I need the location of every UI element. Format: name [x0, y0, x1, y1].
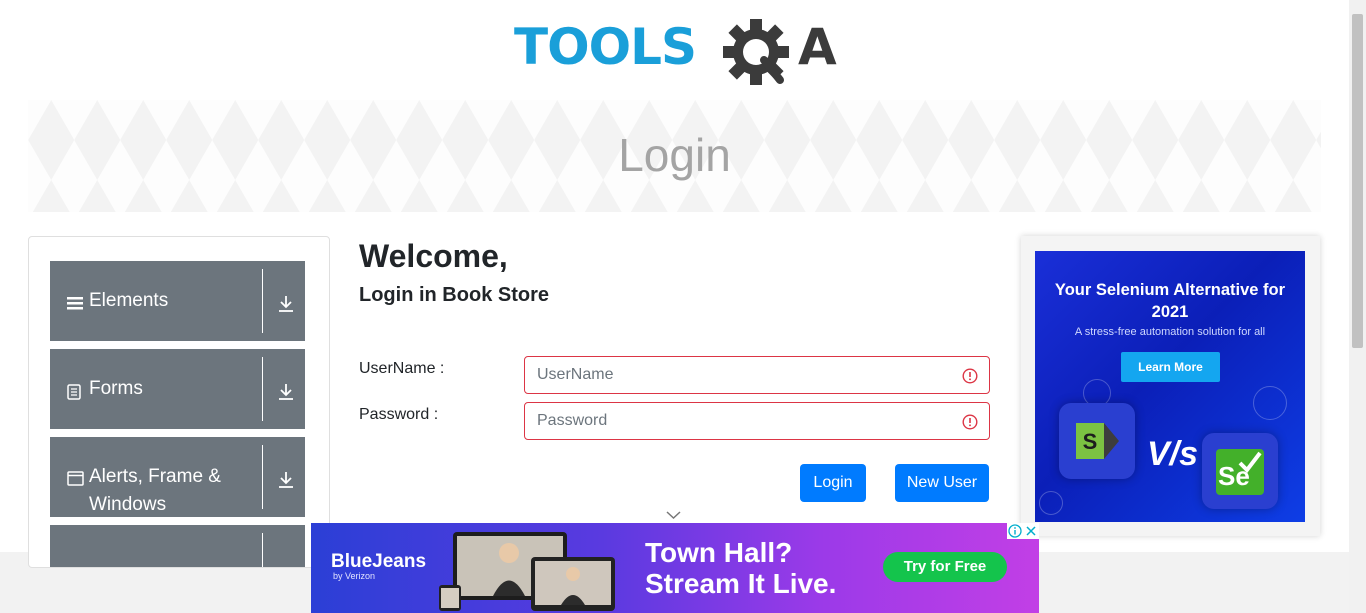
page-scrollbar[interactable] [1349, 0, 1366, 613]
versus-text: V/s [1147, 435, 1199, 473]
ad-headline: Your Selenium Alternative for 2021 [1054, 281, 1286, 321]
divider [262, 445, 263, 509]
password-field[interactable] [524, 402, 990, 440]
login-button[interactable]: Login [800, 464, 866, 502]
selenium-logo-text: Se [1218, 461, 1250, 491]
ad-brand: BlueJeans [331, 551, 427, 572]
username-field[interactable] [524, 356, 990, 394]
ad-tagline: A stress-free automation solution for al… [1074, 326, 1266, 338]
password-input[interactable] [537, 403, 947, 439]
page-title: Login [618, 129, 731, 181]
chevron-down-icon[interactable] [666, 510, 681, 520]
download-arrow-icon[interactable] [278, 295, 294, 313]
document-icon [67, 384, 81, 400]
username-label: UserName : [359, 360, 445, 377]
page-banner: Login [28, 100, 1321, 212]
sidebar-group-alerts[interactable]: Alerts, Frame & Windows [50, 437, 305, 517]
logo-text-a: A [798, 18, 837, 76]
password-label: Password : [359, 406, 439, 423]
divider [262, 533, 263, 567]
devices-illustration-icon [439, 532, 615, 611]
ad-headline-line1: Town Hall? [645, 537, 793, 568]
ad-brand-sub: by Verizon [333, 571, 376, 581]
sidebar-group-widgets[interactable] [50, 525, 305, 567]
katalon-logo: S [1059, 403, 1135, 479]
sidebar-group-forms[interactable]: Forms [50, 349, 305, 429]
decorative-circle [1039, 491, 1063, 515]
error-icon [962, 368, 978, 384]
sidebar-group-label: Alerts, Frame & Windows [89, 466, 221, 515]
username-input[interactable] [537, 357, 947, 393]
sidebar: Elements Forms Alerts, Frame & Windows [28, 236, 330, 568]
ad-headline: Town Hall? Stream It Live. [645, 537, 836, 599]
sidebar-group-elements[interactable]: Elements [50, 261, 305, 341]
katalon-icon: S [1076, 423, 1119, 459]
info-icon[interactable] [1007, 523, 1023, 539]
gear-magnifier-icon [723, 19, 789, 85]
download-arrow-icon[interactable] [278, 383, 294, 401]
sidebar-group-label: Elements [89, 290, 169, 311]
scrollbar-thumb[interactable] [1352, 14, 1363, 348]
download-arrow-icon[interactable] [278, 471, 294, 489]
toolsqa-logo[interactable]: TOOLS A [514, 18, 838, 90]
window-icon [67, 471, 84, 486]
error-icon [962, 414, 978, 430]
sidebar-group-label: Forms [89, 378, 143, 399]
try-for-free-button[interactable]: Try for Free [883, 552, 1007, 582]
login-subtitle: Login in Book Store [359, 284, 549, 306]
bottom-ad[interactable]: BlueJeans by Verizon Town Hall? Stream I… [311, 523, 1039, 613]
welcome-heading: Welcome, [359, 238, 508, 274]
ad-headline-line2: Stream It Live. [645, 568, 837, 599]
svg-text:S: S [1083, 429, 1098, 454]
learn-more-button[interactable]: Learn More [1121, 352, 1220, 382]
close-icon[interactable] [1023, 523, 1039, 539]
side-ad[interactable]: Your Selenium Alternative for 2021 A str… [1035, 251, 1305, 522]
logo-text: TOOLS [514, 18, 697, 76]
ad-choices[interactable] [1007, 523, 1039, 539]
selenium-logo: Se [1202, 433, 1278, 509]
divider [262, 357, 263, 421]
new-user-button[interactable]: New User [895, 464, 989, 502]
hamburger-icon [67, 297, 83, 310]
decorative-circle [1253, 386, 1287, 420]
divider [262, 269, 263, 333]
